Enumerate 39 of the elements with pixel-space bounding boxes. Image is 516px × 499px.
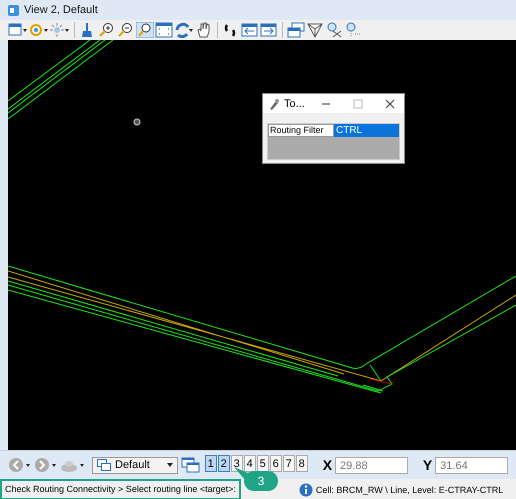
clip-volume-icon[interactable] xyxy=(325,22,343,38)
prompt-text: Check Routing Connectivity > Select routing line <target>: xyxy=(0,479,241,499)
window-area-icon[interactable] xyxy=(136,22,154,38)
view-attributes-icon[interactable] xyxy=(8,22,28,38)
property-value[interactable]: CTRL xyxy=(334,124,399,137)
view-number-button[interactable]: 8 xyxy=(296,455,308,472)
view-number-button[interactable]: 5 xyxy=(256,455,269,472)
copy-view-icon[interactable] xyxy=(287,22,305,38)
x-coordinate-field[interactable]: 29.88 xyxy=(335,456,408,474)
view-icon xyxy=(8,4,19,16)
view-windows-icon[interactable] xyxy=(180,457,201,473)
window-title: View 2, Default xyxy=(24,4,98,16)
y-label: Y xyxy=(422,457,432,473)
cursor-dot xyxy=(134,118,140,126)
view-group-icon xyxy=(97,459,111,471)
info-icon[interactable] xyxy=(298,482,313,496)
zoom-in-icon[interactable] xyxy=(98,22,116,38)
previous-view-icon[interactable] xyxy=(241,22,259,38)
view-number-button[interactable]: 3 xyxy=(230,455,243,472)
status-message: Cell: BRCM_RW \ Line, Level: E-CTRAY-CTRL xyxy=(316,484,504,494)
zoom-out-icon[interactable] xyxy=(117,22,135,38)
x-label: X xyxy=(322,457,332,473)
tool-icon xyxy=(268,98,280,110)
view-number-button[interactable]: 6 xyxy=(270,455,282,472)
view-number-button[interactable]: 1 xyxy=(204,455,217,472)
view-group-dropdown[interactable]: Default xyxy=(92,456,178,474)
display-style-icon[interactable] xyxy=(29,22,49,38)
view-number-button[interactable]: 7 xyxy=(282,455,295,472)
lighting-icon[interactable] xyxy=(50,22,70,38)
view-number-button[interactable]: 2 xyxy=(218,455,230,472)
clip-mask-icon[interactable] xyxy=(344,22,362,38)
dialog-title: To... xyxy=(284,98,306,110)
y-coordinate-field[interactable]: 31.64 xyxy=(435,456,508,474)
fit-view-icon[interactable] xyxy=(155,22,173,38)
next-view-icon[interactable] xyxy=(260,22,278,38)
property-label: Routing Filter xyxy=(268,124,334,137)
rotate-view-icon[interactable] xyxy=(174,22,194,38)
dropdown-caret-icon xyxy=(166,463,173,467)
view-cube-icon[interactable] xyxy=(306,22,324,38)
